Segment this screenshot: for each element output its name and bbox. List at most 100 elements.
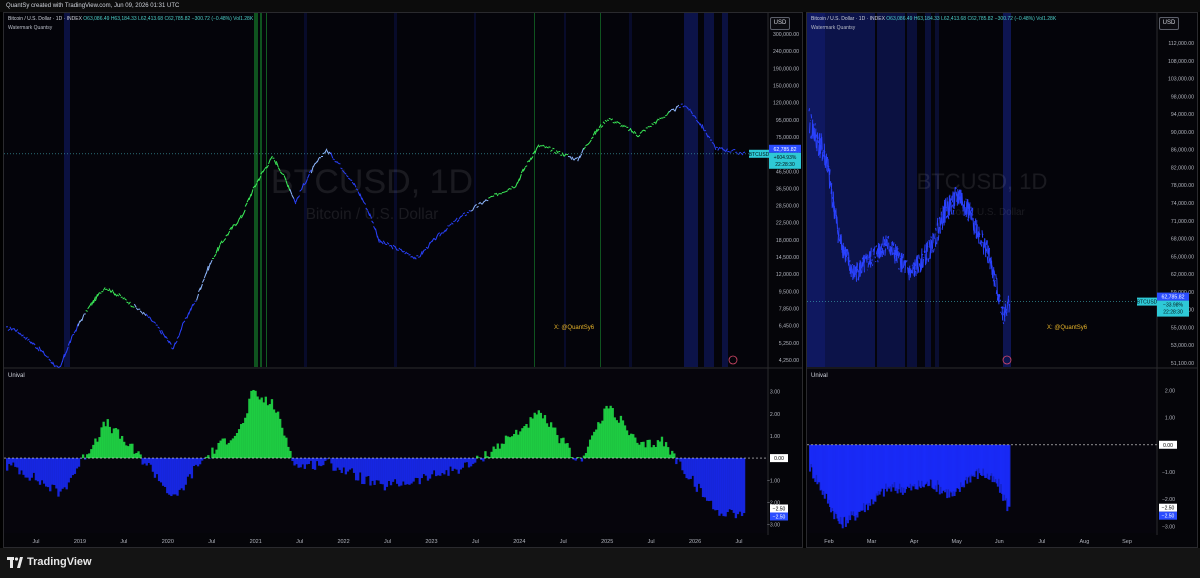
oscillator-bar	[510, 436, 514, 459]
oscillator-bar	[391, 458, 395, 482]
price-axis-tick: 300,000.00	[773, 32, 799, 38]
oscillator-axis-tick: −1.00	[767, 478, 780, 484]
price-segment	[970, 206, 973, 212]
oscillator-bar	[162, 458, 165, 486]
price-axis-tick: 90,000.00	[1171, 130, 1194, 136]
oscillator-bar	[689, 458, 692, 479]
oscillator-bar	[248, 398, 251, 459]
price-segment	[985, 248, 987, 252]
oscillator-bar	[250, 390, 253, 459]
tradingview-brand-text[interactable]: TradingView	[27, 556, 92, 568]
price-axis-tick: 28,500.00	[776, 204, 799, 210]
price-segment	[898, 267, 900, 270]
watermark-symbol: BTCUSD, 1D	[917, 169, 1048, 194]
price-segment	[887, 235, 890, 239]
regime-band	[722, 13, 728, 367]
oscillator-bar	[168, 458, 171, 495]
price-segment	[827, 158, 830, 172]
left-chart-canvas[interactable]: BTCUSD, 1D Bitcoin / U.S. Dollar 300,000.0…	[4, 13, 802, 547]
price-axis-tick: 5,250.00	[779, 341, 799, 347]
oscillator-bar	[186, 458, 189, 477]
oscillator-bar	[679, 458, 682, 462]
price-segment	[852, 265, 854, 280]
oscillator-bar	[313, 458, 317, 470]
oscillator-bar	[73, 458, 77, 474]
oscillator-bar	[552, 427, 555, 459]
time-axis-tick: Jul	[384, 539, 391, 545]
oscillator-bar	[63, 458, 66, 488]
oscillator-bar	[396, 458, 399, 484]
oscillator-bar	[287, 446, 290, 459]
left-chart-panel[interactable]: BTCUSD, 1D Bitcoin / U.S. Dollar 300,000.0…	[3, 12, 803, 548]
price-segment	[848, 252, 850, 265]
oscillator-bar	[666, 447, 670, 459]
right-ohlc-values: O63,086.49 H63,184.33 L62,413.68 C62,785…	[886, 16, 1057, 22]
right-currency-button[interactable]: USD	[1159, 17, 1179, 30]
right-symbol-title: Bitcoin / U.S. Dollar · 1D · INDEX	[811, 16, 885, 22]
price-segment	[715, 146, 718, 149]
price-axis-tick: 46,500.00	[776, 169, 799, 175]
oscillator-bar	[465, 458, 469, 463]
price-segment	[859, 260, 861, 269]
oscillator-bar	[270, 399, 274, 459]
price-segment	[350, 179, 353, 181]
regime-band	[64, 13, 70, 367]
oscillator-bar	[26, 458, 29, 478]
price-axis-tick: 18,000.00	[776, 238, 799, 244]
price-segment	[915, 270, 917, 276]
price-segment	[882, 250, 885, 255]
oscillator-bar	[418, 458, 421, 485]
price-segment	[816, 132, 819, 139]
price-segment	[418, 256, 421, 258]
oscillator-bar	[474, 458, 477, 463]
oscillator-bar	[322, 458, 325, 466]
oscillator-axis-tick: 3.00	[770, 390, 780, 396]
price-segment	[826, 165, 828, 173]
oscillator-bar	[194, 458, 198, 465]
oscillator-bar	[289, 450, 292, 459]
price-axis-tick: 7,850.00	[779, 307, 799, 313]
price-segment	[952, 191, 954, 203]
oscillator-axis-tick: 2.00	[1165, 388, 1175, 394]
price-segment	[846, 252, 849, 256]
oscillator-bar	[457, 458, 460, 474]
oscillator-bar	[157, 458, 161, 482]
oscillator-bar	[716, 458, 719, 511]
right-chart-canvas[interactable]: BTCUSD, 1D Bitcoin / U.S. Dollar 112,000.0…	[807, 13, 1197, 547]
price-segment	[911, 266, 914, 274]
oscillator-bar	[459, 458, 462, 470]
price-segment	[821, 137, 823, 150]
oscillator-bar	[36, 458, 40, 482]
tradingview-logo-icon[interactable]	[7, 557, 23, 568]
oscillator-bar	[237, 429, 241, 459]
time-axis-tick: Jul	[1038, 539, 1045, 545]
oscillator-bar	[648, 439, 651, 459]
oscillator-bar	[435, 458, 438, 477]
price-segment	[918, 254, 920, 260]
right-chart-panel[interactable]: BTCUSD, 1D Bitcoin / U.S. Dollar 112,000.0…	[806, 12, 1198, 548]
oscillator-bar	[268, 404, 272, 459]
oscillator-bar	[400, 458, 403, 486]
price-segment	[810, 114, 813, 119]
regime-band	[629, 13, 632, 367]
regime-band	[684, 13, 698, 367]
oscillator-bar	[320, 458, 323, 467]
oscillator-bar	[135, 452, 138, 459]
price-segment	[875, 260, 877, 263]
regime-band	[600, 13, 601, 367]
oscillator-bar	[398, 458, 401, 487]
price-segment	[877, 260, 879, 263]
oscillator-bar	[730, 458, 733, 511]
oscillator-bar	[537, 410, 540, 459]
left-currency-button[interactable]: USD	[770, 17, 790, 30]
oscillator-bar	[599, 423, 602, 459]
price-segment	[838, 238, 841, 242]
oscillator-bar	[720, 458, 723, 514]
oscillator-bar	[98, 437, 101, 459]
price-segment	[986, 256, 989, 264]
price-segment	[921, 253, 923, 268]
regime-band	[564, 13, 566, 367]
price-segment	[844, 246, 847, 261]
oscillator-bar	[541, 418, 545, 459]
oscillator-bar	[184, 458, 187, 485]
